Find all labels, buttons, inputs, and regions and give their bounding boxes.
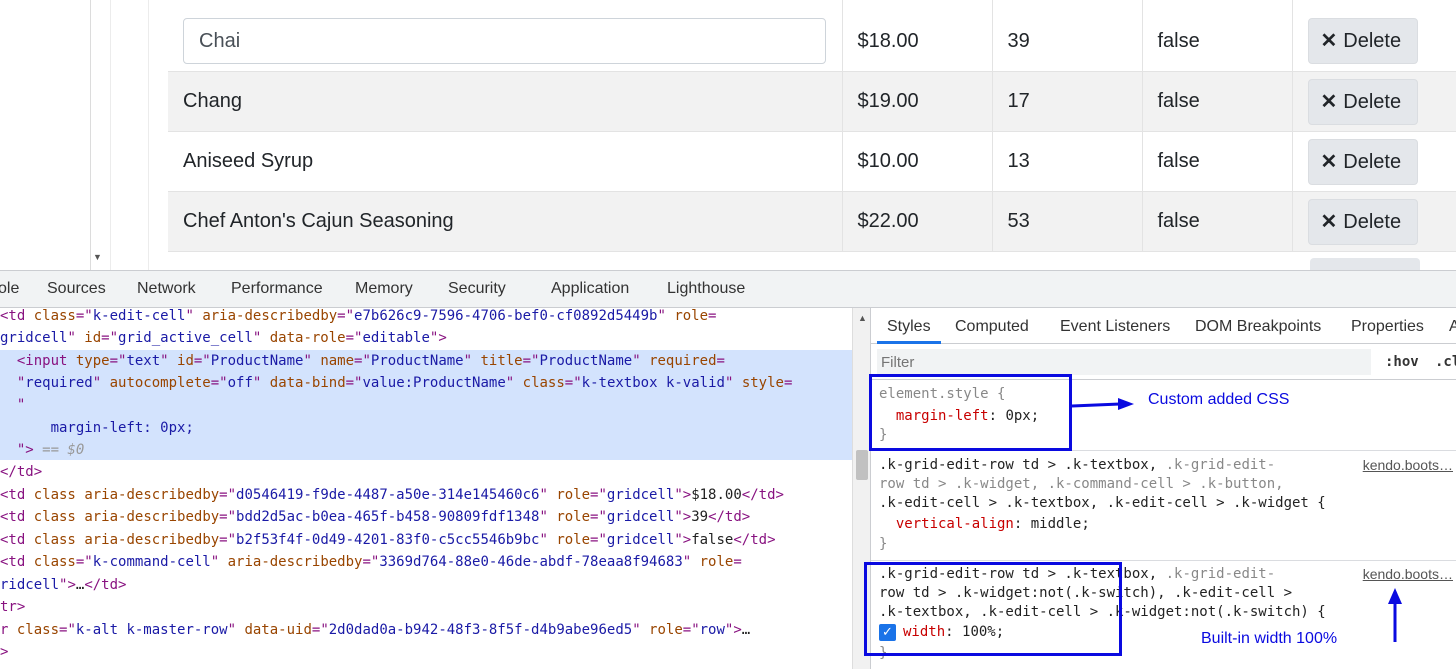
delete-button[interactable]	[1310, 258, 1420, 270]
dom-node-line[interactable]: "	[0, 394, 25, 416]
delete-button[interactable]: ✕ Delete	[1307, 78, 1418, 125]
cell-price[interactable]: $18.00	[841, 0, 992, 72]
dom-node-line[interactable]: tr>	[0, 596, 25, 618]
source-link[interactable]: kendo.boots…	[1363, 457, 1453, 473]
annotation-box-custom	[869, 374, 1072, 451]
cell-price[interactable]: $22.00	[841, 191, 992, 252]
annotation-arrow-up-icon	[1388, 588, 1402, 642]
cell-command: ✕ Delete	[1291, 191, 1456, 252]
table-row[interactable]: Chef Anton's Cajun Seasoning $22.00 53 fals…	[168, 191, 1456, 252]
property-name: vertical-align	[895, 516, 1014, 532]
dom-node-line[interactable]: margin-left: 0px;	[0, 417, 194, 439]
annotation-arrow-right-icon	[1071, 398, 1134, 410]
close-icon: ✕	[1320, 210, 1338, 233]
tab-dom-breakpoints[interactable]: DOM Breakpoints	[1195, 318, 1321, 336]
cell-discontinued[interactable]: false	[1141, 191, 1292, 252]
table-row	[168, 251, 1456, 270]
devtools-tab-bar: ole Sources Network Performance Memory S…	[0, 270, 1456, 308]
cell-product-name[interactable]: Chang	[168, 71, 842, 132]
dom-node-line[interactable]: "> == $0	[0, 439, 84, 461]
tab-more[interactable]: A	[1449, 318, 1456, 336]
grid-gutter-line	[90, 0, 91, 270]
dom-node-line[interactable]: "required" autocomplete="off" data-bind=…	[0, 372, 793, 394]
dom-node-line[interactable]: r class="k-alt k-master-row" data-uid="2…	[0, 619, 750, 641]
rule-selector: .k-edit-cell > .k-textbox, .k-edit-cell …	[879, 495, 1326, 511]
annotation-box-builtin	[864, 562, 1122, 656]
cls-toggle[interactable]: .cl	[1435, 354, 1456, 370]
cell-stock[interactable]: 53	[991, 191, 1142, 252]
styles-filter-input[interactable]	[877, 349, 1371, 375]
scroll-up-arrow-icon[interactable]: ▲	[858, 313, 867, 323]
dom-node-line[interactable]: <td class aria-describedby="b2f53f4f-0d4…	[0, 529, 776, 551]
close-icon: ✕	[1320, 90, 1338, 113]
tab-computed[interactable]: Computed	[955, 318, 1029, 336]
cell-command: ✕ Delete	[1291, 131, 1456, 192]
table-row[interactable]: $18.0039false ✕Delete	[168, 0, 1456, 72]
tab-lighthouse[interactable]: Lighthouse	[667, 280, 745, 298]
tab-event-listeners[interactable]: Event Listeners	[1060, 318, 1170, 336]
scroll-down-arrow-icon[interactable]: ▼	[93, 252, 102, 262]
scrollbar-thumb[interactable]	[856, 450, 868, 480]
dom-node-line[interactable]: <td class="k-command-cell" aria-describe…	[0, 551, 742, 573]
annotation-custom-css: Custom added CSS	[1148, 391, 1290, 408]
kendo-grid: ▼ $18.0039false✕DeleteChang$19.0017false…	[0, 0, 1456, 270]
tab-network[interactable]: Network	[137, 280, 196, 298]
dom-node-line[interactable]: </td>	[0, 461, 42, 483]
rule-selector: .k-grid-edit-row td > .k-textbox, .k-gri…	[879, 457, 1276, 473]
delete-button[interactable]: ✕ Delete	[1307, 198, 1418, 245]
table-row[interactable]: Aniseed Syrup $10.00 13 false ✕ Delete	[168, 131, 1456, 192]
product-name-input[interactable]	[183, 18, 826, 64]
grid-table: $18.0039false✕DeleteChang$19.0017false✕D…	[168, 0, 1456, 252]
cell-stock[interactable]: 39	[991, 0, 1142, 72]
delete-label: Delete	[1343, 30, 1402, 52]
tab-properties[interactable]: Properties	[1351, 318, 1424, 336]
cell-discontinued[interactable]: false	[1141, 131, 1292, 192]
dom-node-line[interactable]: ridcell">…</td>	[0, 574, 126, 596]
delete-label: Delete	[1343, 210, 1402, 233]
grid-gutter-line	[148, 0, 149, 270]
delete-button[interactable]: ✕ Delete	[1307, 18, 1418, 64]
dom-node-line[interactable]: <td class aria-describedby="bdd2d5ac-b0e…	[0, 506, 750, 528]
rule-close: }	[879, 536, 888, 552]
cell-price[interactable]: $10.00	[841, 131, 992, 192]
grid-gutter-line	[110, 0, 111, 270]
cell-price[interactable]: $19.00	[841, 71, 992, 132]
delete-label: Delete	[1343, 150, 1402, 173]
rule-declaration[interactable]: vertical-align: middle;	[879, 515, 1090, 534]
dom-node-line[interactable]: >	[0, 641, 8, 663]
hov-toggle[interactable]: :hov	[1385, 354, 1419, 370]
cell-product-name	[168, 0, 842, 72]
dom-node-line[interactable]: gridcell" id="grid_active_cell" data-rol…	[0, 327, 447, 349]
rule-selector: row td > .k-widget, .k-command-cell > .k…	[879, 476, 1284, 492]
tab-sources[interactable]: Sources	[47, 280, 106, 298]
dom-node-line[interactable]: <input type="text" id="ProductName" name…	[0, 350, 725, 372]
cell-product-name[interactable]: Aniseed Syrup	[168, 131, 842, 192]
source-link[interactable]: kendo.boots…	[1363, 566, 1453, 582]
cell-product-name[interactable]: Chef Anton's Cajun Seasoning	[168, 191, 842, 252]
table-row[interactable]: Chang $19.00 17 false ✕ Delete	[168, 71, 1456, 132]
cell-command: ✕ Delete	[1291, 71, 1456, 132]
delete-button[interactable]: ✕ Delete	[1307, 138, 1418, 185]
styles-tab-bar: Styles Computed Event Listeners DOM Brea…	[871, 308, 1456, 344]
cell-command: ✕ Delete	[1291, 0, 1456, 72]
elements-panel: <td class="k-edit-cell" aria-describedby…	[0, 308, 852, 669]
tab-console[interactable]: ole	[0, 280, 19, 298]
cell-stock[interactable]: 17	[991, 71, 1142, 132]
dom-node-line[interactable]: <td class="k-edit-cell" aria-describedby…	[0, 308, 716, 327]
tab-performance[interactable]: Performance	[231, 280, 323, 298]
tab-styles[interactable]: Styles	[887, 318, 931, 336]
dom-node-line[interactable]: <td class aria-describedby="d0546419-f9d…	[0, 484, 784, 506]
cell-discontinued[interactable]: false	[1141, 71, 1292, 132]
tab-memory[interactable]: Memory	[355, 280, 413, 298]
annotation-builtin-width: Built-in width 100%	[1201, 630, 1338, 647]
cell-discontinued[interactable]: false	[1141, 0, 1292, 72]
tab-application[interactable]: Application	[551, 280, 629, 298]
css-rule: kendo.boots… .k-grid-edit-row td > .k-te…	[871, 453, 1456, 561]
cell-stock[interactable]: 13	[991, 131, 1142, 192]
close-icon: ✕	[1320, 150, 1338, 173]
delete-label: Delete	[1343, 90, 1402, 113]
property-value: middle;	[1022, 516, 1090, 532]
close-icon: ✕	[1320, 30, 1338, 52]
tab-security[interactable]: Security	[448, 280, 506, 298]
